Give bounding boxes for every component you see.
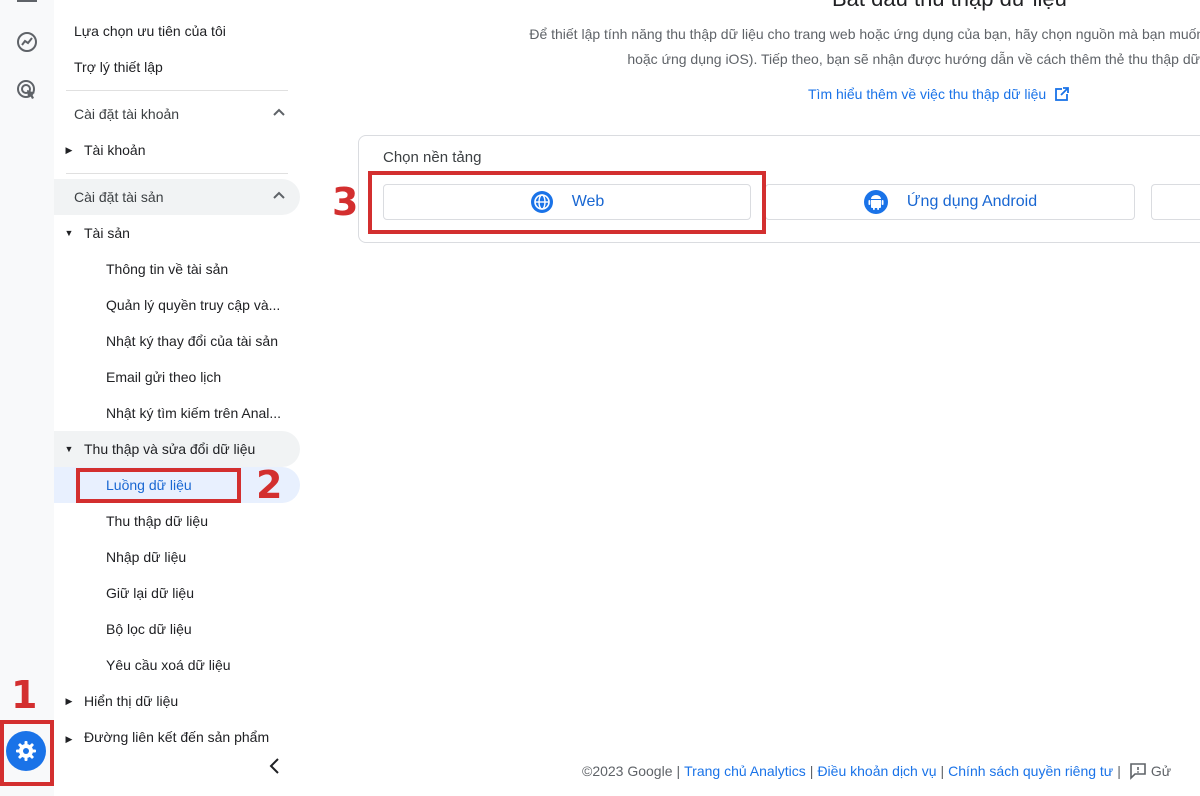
nav-section-property-settings[interactable]: Cài đặt tài sản — [54, 179, 300, 215]
nav-item-data-collection[interactable]: Thu thập dữ liệu — [54, 503, 208, 539]
feedback-icon[interactable] — [1129, 762, 1147, 780]
nav-item-data-filters[interactable]: Bộ lọc dữ liệu — [54, 611, 192, 647]
page-title: Bắt đầu thu thập dữ liệu — [832, 0, 1067, 12]
nav-group-data-display[interactable]: ▶ Hiển thị dữ liệu — [54, 683, 179, 719]
advertising-icon[interactable] — [13, 76, 41, 104]
description-line-1: Để thiết lập tính năng thu thập dữ liệu … — [529, 26, 1200, 42]
caret-down-icon: ▼ — [64, 444, 74, 454]
annotation-2: 2 — [256, 463, 283, 507]
footer-copyright: ©2023 Google — [582, 763, 673, 779]
nav-item-account[interactable]: ▶ Tài khoản — [54, 132, 146, 168]
nav-setup-assistant[interactable]: Trợ lý thiết lập — [54, 49, 163, 85]
caret-right-icon: ▶ — [65, 695, 73, 706]
nav-group-data-collection[interactable]: ▼ Thu thập và sửa đổi dữ liệu — [54, 431, 300, 467]
nav-group-product-links[interactable]: ▶ Đường liên kết đến sản phẩm — [54, 719, 306, 745]
footer-link-privacy[interactable]: Chính sách quyền riêng tư — [948, 763, 1113, 779]
annotation-box-1 — [0, 720, 54, 786]
nav-divider — [66, 90, 288, 91]
caret-down-icon: ▼ — [64, 228, 74, 238]
external-link-icon — [1055, 87, 1070, 101]
nav-item-data-import[interactable]: Nhập dữ liệu — [54, 539, 186, 575]
nav-item-data-deletion-requests[interactable]: Yêu cầu xoá dữ liệu — [54, 647, 231, 683]
caret-right-icon: ▶ — [65, 144, 73, 155]
nav-top-fragment: · · · · — [74, 0, 104, 6]
nav-item-data-retention[interactable]: Giữ lại dữ liệu — [54, 575, 194, 611]
nav-item-property-details[interactable]: Thông tin về tài sản — [54, 251, 298, 287]
chevron-up-icon — [273, 108, 285, 116]
collapse-nav-chevron-left-icon[interactable] — [264, 755, 286, 777]
platform-ios-button[interactable] — [1151, 184, 1200, 220]
admin-nav: · · · · Lựa chọn ưu tiên của tôi Trợ lý … — [54, 0, 306, 796]
reports-icon[interactable] — [13, 28, 41, 56]
footer-link-analytics-home[interactable]: Trang chủ Analytics — [684, 763, 806, 779]
menu-icon[interactable] — [17, 0, 37, 6]
android-icon — [863, 190, 888, 214]
learn-more-link[interactable]: Tìm hiểu thêm về việc thu thập dữ liệu — [808, 86, 1070, 102]
nav-item-access-management[interactable]: Quản lý quyền truy cập và... — [54, 287, 298, 323]
annotation-box-2 — [76, 468, 241, 503]
caret-right-icon: ▶ — [65, 734, 73, 744]
platform-card-title: Chọn nền tảng — [383, 149, 482, 166]
platform-android-button[interactable]: Ứng dụng Android — [765, 184, 1135, 220]
annotation-box-3 — [368, 171, 766, 234]
nav-group-property[interactable]: ▼ Tài sản — [54, 215, 130, 251]
nav-divider — [66, 173, 288, 174]
footer: ©2023 Google | Trang chủ Analytics | Điề… — [582, 762, 1172, 780]
nav-item-search-history[interactable]: Nhật ký tìm kiếm trên Anal... — [54, 395, 298, 431]
nav-item-change-history[interactable]: Nhật ký thay đổi của tài sản — [54, 323, 298, 359]
annotation-1: 1 — [11, 673, 38, 717]
annotation-3: 3 — [332, 180, 359, 224]
nav-section-account-settings[interactable]: Cài đặt tài khoản — [54, 96, 306, 132]
page-description: Để thiết lập tính năng thu thập dữ liệu … — [360, 22, 1200, 72]
nav-item-scheduled-emails[interactable]: Email gửi theo lịch — [54, 359, 298, 395]
footer-link-terms[interactable]: Điều khoản dịch vụ — [817, 763, 936, 779]
description-line-2: hoặc ứng dụng iOS). Tiếp theo, bạn sẽ nh… — [627, 51, 1200, 67]
chevron-up-icon — [273, 191, 285, 199]
footer-feedback[interactable]: Gử — [1151, 763, 1171, 779]
nav-my-preferences[interactable]: Lựa chọn ưu tiên của tôi — [54, 13, 226, 49]
